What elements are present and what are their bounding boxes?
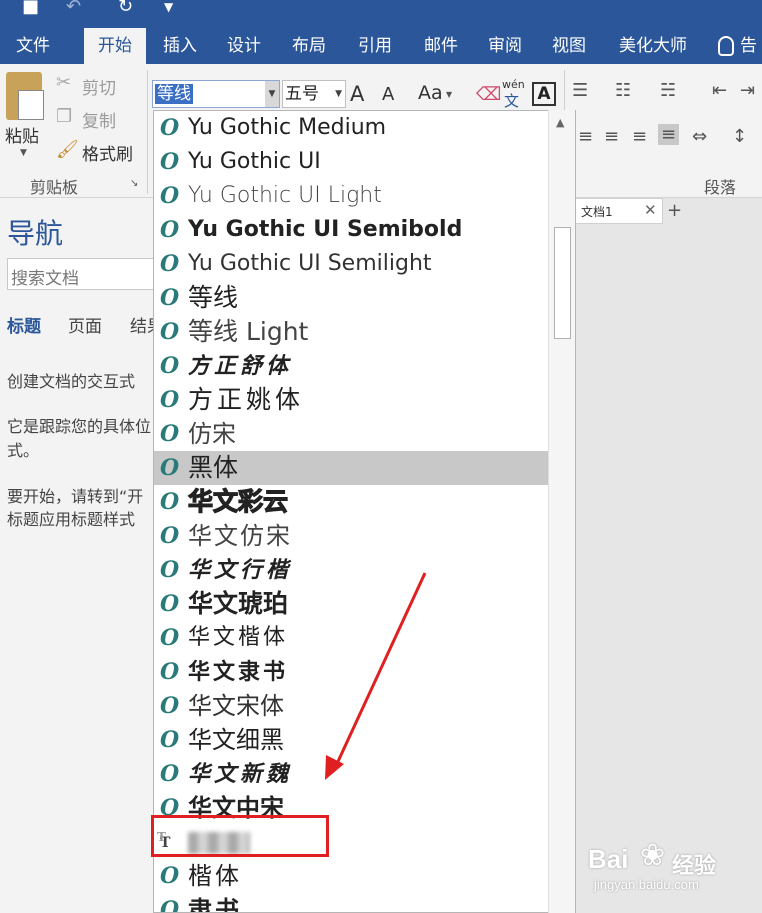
arrow-shaft: [333, 572, 427, 769]
watermark-brand-cn: 经验: [672, 853, 717, 878]
arrow-head: [325, 755, 344, 780]
annotation-arrow: [325, 572, 427, 780]
watermark-brand: Bai: [588, 844, 629, 874]
watermark-url: jingyan.baidu.com: [594, 877, 699, 892]
watermark-paw-icon: ❀: [640, 839, 666, 872]
